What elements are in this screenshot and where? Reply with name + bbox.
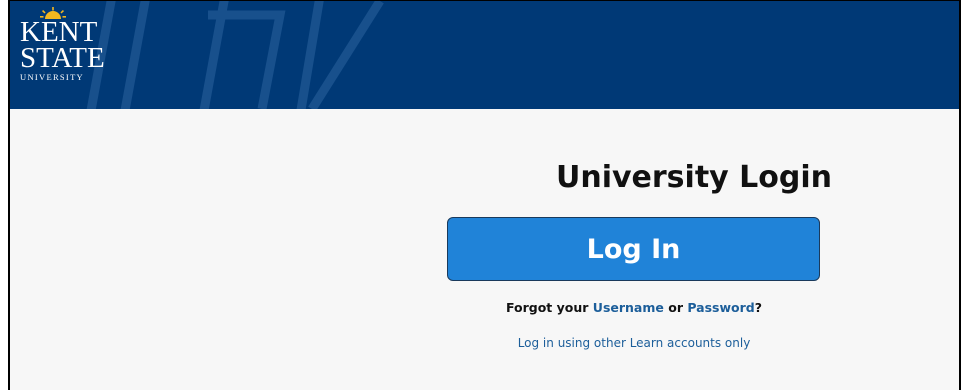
kent-state-logo[interactable]: KENT STATE UNIVERSITY bbox=[20, 7, 120, 103]
forgot-middle: or bbox=[663, 300, 688, 315]
logo-university-text: UNIVERSITY bbox=[20, 72, 84, 82]
login-button[interactable]: Log In bbox=[447, 217, 820, 281]
page-frame: KENT STATE UNIVERSITY bbox=[8, 0, 961, 390]
forgot-suffix: ? bbox=[754, 300, 762, 315]
forgot-prefix: Forgot your bbox=[505, 300, 593, 315]
forgot-password-link[interactable]: Password bbox=[687, 300, 754, 315]
page-title: University Login bbox=[555, 160, 833, 195]
forgot-credentials-text: Forgot your Username or Password? bbox=[436, 300, 832, 315]
site-header: KENT STATE UNIVERSITY bbox=[10, 1, 959, 109]
forgot-username-link[interactable]: Username bbox=[593, 300, 664, 315]
other-learn-accounts-link[interactable]: Log in using other Learn accounts only bbox=[456, 336, 812, 350]
logo-state-text: STATE bbox=[20, 42, 105, 74]
